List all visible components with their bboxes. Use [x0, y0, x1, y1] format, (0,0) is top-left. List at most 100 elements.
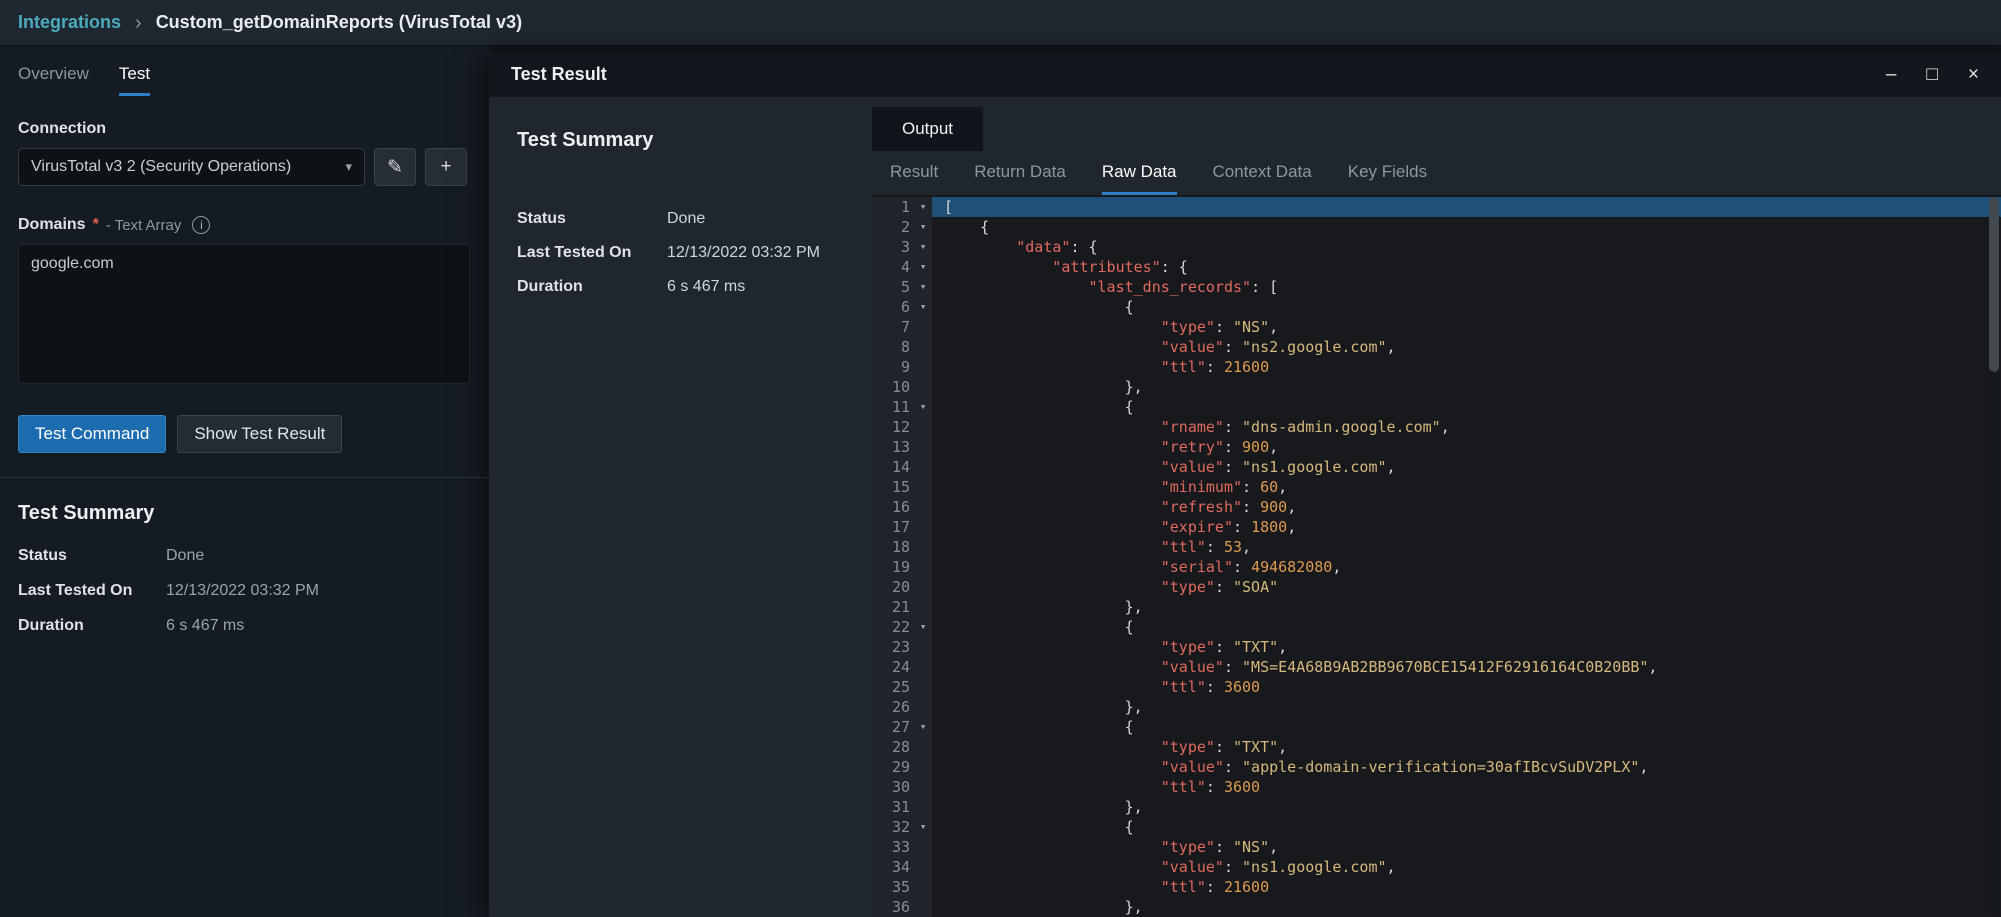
breadcrumb-integrations-link[interactable]: Integrations [18, 12, 121, 33]
fold-toggle-icon [914, 357, 932, 377]
code-line-text: "type": "TXT", [932, 637, 2001, 657]
minimize-icon[interactable]: – [1886, 65, 1897, 84]
window-controls: – □ × [1886, 65, 1979, 84]
code-line-text: { [932, 617, 2001, 637]
fold-toggle-icon[interactable]: ▾ [914, 257, 932, 277]
code-line-text: "expire": 1800, [932, 517, 2001, 537]
add-connection-button[interactable]: + [425, 148, 467, 186]
fold-toggle-icon[interactable]: ▾ [914, 397, 932, 417]
domains-field-header: Domains * - Text Array i [18, 216, 471, 234]
code-line: 17 "expire": 1800, [872, 517, 2001, 537]
code-line-text: { [932, 217, 2001, 237]
connection-select[interactable]: VirusTotal v3 2 (Security Operations) ▾ [18, 148, 365, 186]
code-line: 22▾ { [872, 617, 2001, 637]
integration-test-panel: OverviewTest Connection VirusTotal v3 2 … [0, 46, 489, 917]
summary-label: Duration [18, 617, 166, 635]
summary-row: Duration6 s 467 ms [18, 617, 471, 635]
code-line-text: "value": "MS=E4A68B9AB2BB9670BCE15412F62… [932, 657, 2001, 677]
summary-value: Done [166, 547, 204, 565]
line-number: 34 [872, 857, 914, 877]
fold-toggle-icon[interactable]: ▾ [914, 217, 932, 237]
fold-toggle-icon[interactable]: ▾ [914, 817, 932, 837]
modal-title: Test Result [511, 64, 1886, 85]
code-line: 23 "type": "TXT", [872, 637, 2001, 657]
fold-toggle-icon [914, 317, 932, 337]
line-number: 9 [872, 357, 914, 377]
line-number: 35 [872, 877, 914, 897]
line-number: 4 [872, 257, 914, 277]
code-line: 33 "type": "NS", [872, 837, 2001, 857]
code-line-text: { [932, 297, 2001, 317]
code-line-text: "value": "ns2.google.com", [932, 337, 2001, 357]
fold-toggle-icon[interactable]: ▾ [914, 297, 932, 317]
fold-toggle-icon[interactable]: ▾ [914, 237, 932, 257]
breadcrumb-current-page: Custom_getDomainReports (VirusTotal v3) [156, 12, 522, 33]
code-line-text: "serial": 494682080, [932, 557, 2001, 577]
line-number: 32 [872, 817, 914, 837]
code-line-text: { [932, 397, 2001, 417]
code-line: 4▾ "attributes": { [872, 257, 2001, 277]
code-line-text: "last_dns_records": [ [932, 277, 2001, 297]
line-number: 25 [872, 677, 914, 697]
code-line-text: }, [932, 377, 2001, 397]
edit-connection-button[interactable]: ✎ [374, 148, 416, 186]
code-line: 14 "value": "ns1.google.com", [872, 457, 2001, 477]
code-line-text: "value": "ns1.google.com", [932, 857, 2001, 877]
line-number: 29 [872, 757, 914, 777]
code-line: 11▾ { [872, 397, 2001, 417]
domains-input[interactable]: google.com [18, 244, 470, 384]
fold-toggle-icon[interactable]: ▾ [914, 277, 932, 297]
line-number: 19 [872, 557, 914, 577]
line-number: 31 [872, 797, 914, 817]
line-number: 30 [872, 777, 914, 797]
line-number: 15 [872, 477, 914, 497]
code-line: 16 "refresh": 900, [872, 497, 2001, 517]
line-number: 24 [872, 657, 914, 677]
tab-context-data[interactable]: Context Data [1213, 151, 1312, 195]
code-line-text: }, [932, 697, 2001, 717]
tab-result[interactable]: Result [890, 151, 938, 195]
code-line: 25 "ttl": 3600 [872, 677, 2001, 697]
fold-toggle-icon[interactable]: ▾ [914, 617, 932, 637]
line-number: 6 [872, 297, 914, 317]
code-line-text: "ttl": 21600 [932, 877, 2001, 897]
fold-toggle-icon [914, 517, 932, 537]
code-line-text: "type": "NS", [932, 837, 2001, 857]
editor-scrollbar[interactable] [1989, 197, 1999, 915]
summary-label: Last Tested On [517, 244, 667, 262]
code-line-text: [ [932, 197, 2001, 217]
line-number: 23 [872, 637, 914, 657]
fold-toggle-icon [914, 797, 932, 817]
maximize-icon[interactable]: □ [1926, 65, 1937, 84]
tab-test[interactable]: Test [119, 64, 150, 96]
fold-toggle-icon [914, 457, 932, 477]
code-line: 34 "value": "ns1.google.com", [872, 857, 2001, 877]
close-icon[interactable]: × [1968, 65, 1979, 84]
fold-toggle-icon[interactable]: ▾ [914, 717, 932, 737]
tab-raw-data[interactable]: Raw Data [1102, 151, 1177, 195]
fold-toggle-icon [914, 897, 932, 917]
tab-key-fields[interactable]: Key Fields [1348, 151, 1427, 195]
fold-toggle-icon[interactable]: ▾ [914, 197, 932, 217]
tab-return-data[interactable]: Return Data [974, 151, 1066, 195]
code-line-text: "data": { [932, 237, 2001, 257]
left-summary-title: Test Summary [18, 502, 471, 525]
tab-output[interactable]: Output [872, 107, 983, 151]
line-number: 5 [872, 277, 914, 297]
raw-data-editor[interactable]: 1▾[2▾ {3▾ "data": {4▾ "attributes": {5▾ … [872, 195, 2001, 917]
tab-overview[interactable]: Overview [18, 64, 89, 96]
line-number: 1 [872, 197, 914, 217]
fold-toggle-icon [914, 417, 932, 437]
line-number: 2 [872, 217, 914, 237]
test-command-button[interactable]: Test Command [18, 415, 166, 453]
code-line-text: "refresh": 900, [932, 497, 2001, 517]
info-icon[interactable]: i [192, 216, 210, 234]
line-number: 22 [872, 617, 914, 637]
scrollbar-thumb[interactable] [1989, 197, 1999, 372]
line-number: 8 [872, 337, 914, 357]
pencil-icon: ✎ [387, 156, 403, 179]
summary-row: Duration6 s 467 ms [517, 278, 844, 296]
summary-row: Last Tested On12/13/2022 03:32 PM [18, 582, 471, 600]
show-test-result-button[interactable]: Show Test Result [177, 415, 342, 453]
fold-toggle-icon [914, 437, 932, 457]
